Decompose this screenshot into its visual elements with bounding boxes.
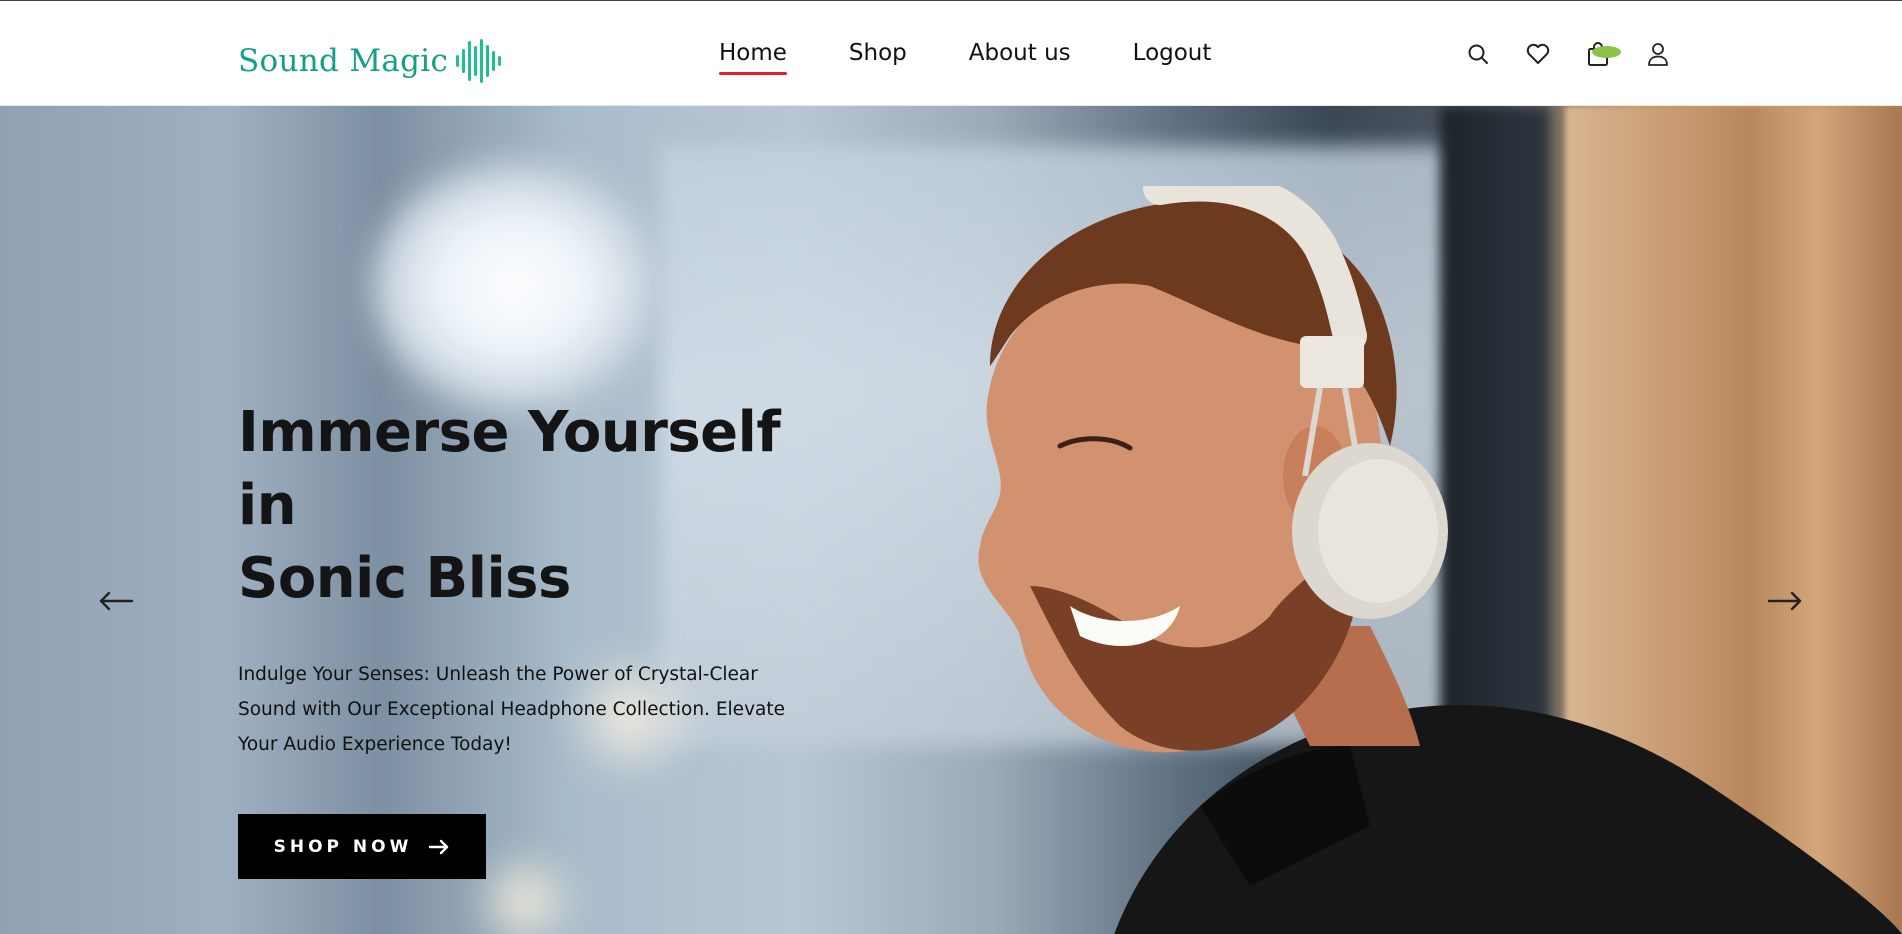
user-icon[interactable] (1644, 40, 1671, 67)
main-nav: Home Shop About us Logout (719, 37, 1212, 75)
heart-icon[interactable] (1524, 40, 1551, 67)
cart-badge (1592, 46, 1621, 58)
logo[interactable]: Sound Magic (238, 37, 502, 85)
site-header: Sound Magic Home Shop About us Logout (0, 0, 1902, 106)
hero-title: Immerse Yourself in Sonic Bliss (238, 396, 838, 615)
search-icon[interactable] (1464, 40, 1491, 67)
sound-wave-icon (456, 39, 502, 83)
background-lamp (370, 161, 660, 411)
hero-banner: Immerse Yourself in Sonic Bliss Indulge … (0, 106, 1902, 934)
shop-now-button[interactable]: SHOP NOW (238, 814, 486, 879)
nav-shop[interactable]: Shop (849, 37, 907, 69)
hero-title-line2: Sonic Bliss (238, 546, 571, 611)
cart-icon[interactable] (1584, 40, 1621, 67)
arrow-right-icon (429, 839, 449, 854)
slider-prev-arrow-icon[interactable] (96, 588, 136, 614)
nav-about-us[interactable]: About us (969, 37, 1071, 69)
hero-title-line1: Immerse Yourself in (238, 400, 781, 538)
hero-person-image (978, 186, 1902, 934)
shop-now-label: SHOP NOW (273, 836, 413, 857)
hero-subtitle: Indulge Your Senses: Unleash the Power o… (238, 664, 785, 755)
nav-home[interactable]: Home (719, 37, 787, 75)
logo-text: Sound Magic (238, 43, 449, 79)
slider-next-arrow-icon[interactable] (1765, 588, 1805, 614)
page: Sound Magic Home Shop About us Logout Im… (0, 0, 1902, 934)
hero-content: Immerse Yourself in Sonic Bliss Indulge … (238, 396, 838, 879)
nav-logout[interactable]: Logout (1133, 37, 1212, 69)
header-icons (1464, 40, 1671, 67)
